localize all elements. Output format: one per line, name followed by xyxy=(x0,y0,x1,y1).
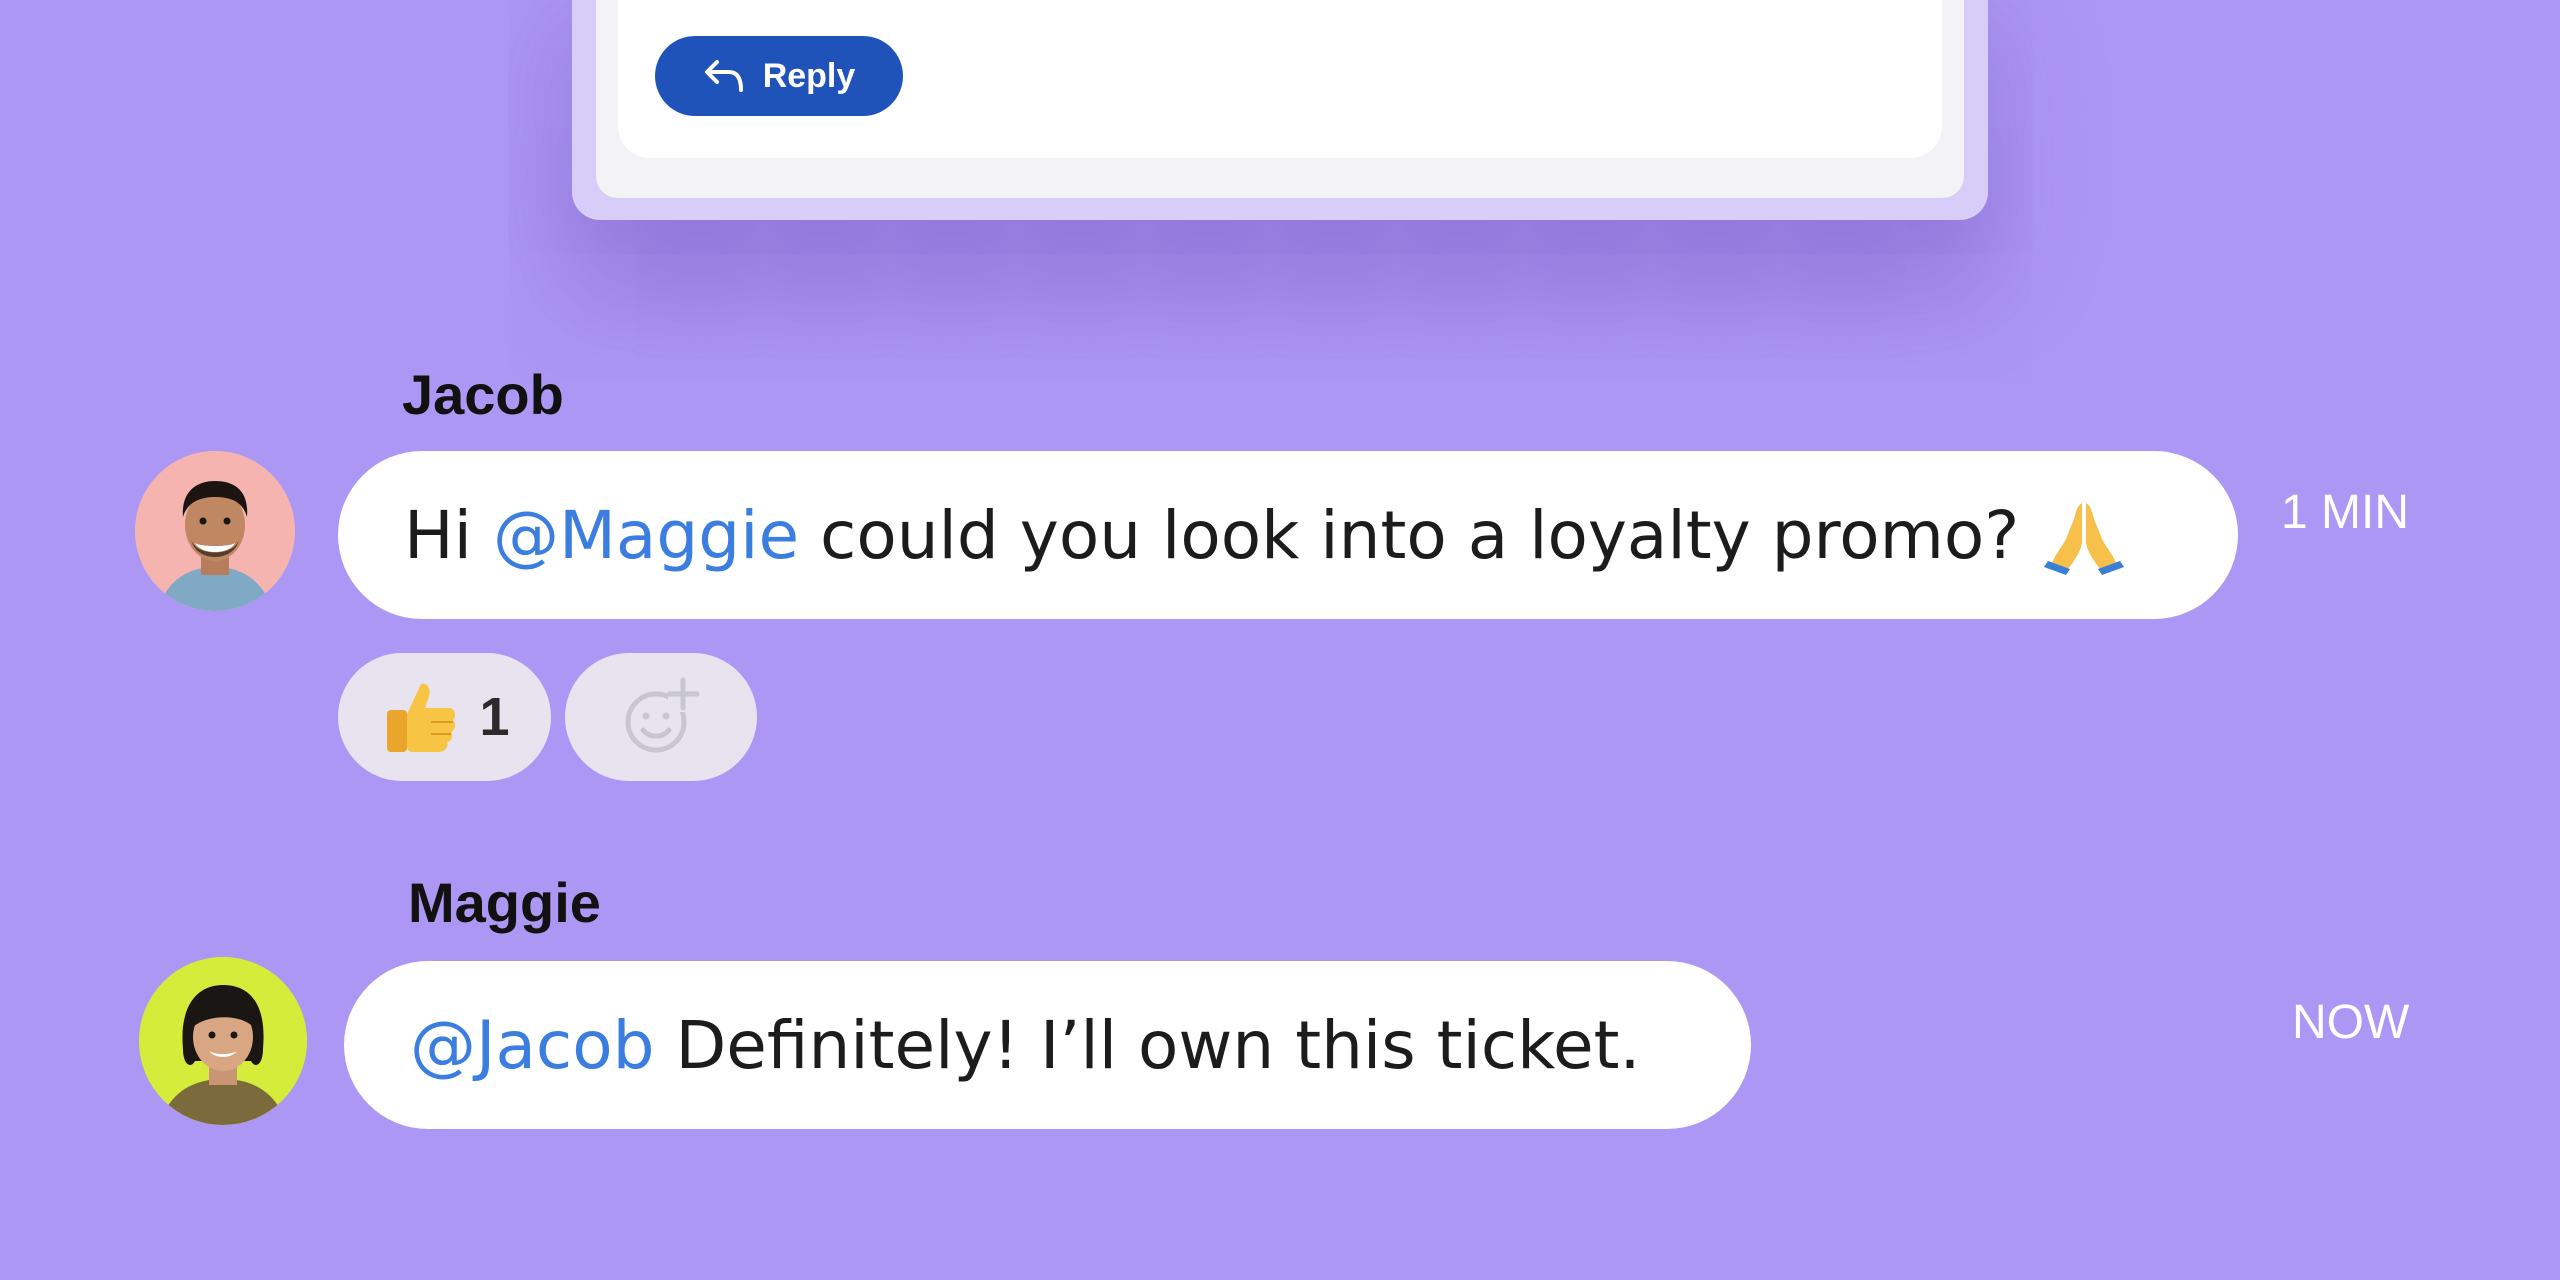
message-text: Definitely! I’ll own this ticket. xyxy=(654,1006,1641,1084)
mention-jacob[interactable]: @Jacob xyxy=(410,1007,654,1084)
message-text-prefix: Hi xyxy=(404,496,493,574)
message-bubble-maggie: @Jacob Definitely! I’ll own this ticket. xyxy=(344,961,1751,1129)
timestamp-maggie: NOW xyxy=(2292,996,2410,1049)
reply-button[interactable]: Reply xyxy=(655,36,903,116)
reply-card-body: Reply xyxy=(618,0,1942,158)
message-text: could you look into a loyalty promo? xyxy=(799,496,2041,574)
sender-name-maggie: Maggie xyxy=(408,871,601,934)
reaction-thumbs-up[interactable]: 1 xyxy=(338,653,551,781)
message-bubble-jacob: Hi @Maggie could you look into a loyalty… xyxy=(338,451,2238,619)
person-avatar-icon xyxy=(135,451,295,611)
avatar-maggie[interactable] xyxy=(139,957,307,1125)
folded-hands-icon xyxy=(2044,503,2125,575)
reply-card: Reply xyxy=(572,0,1988,220)
reaction-count: 1 xyxy=(479,687,510,747)
timestamp-jacob: 1 MIN xyxy=(2281,486,2410,539)
add-reaction-icon xyxy=(625,677,700,753)
mention-maggie[interactable]: @Maggie xyxy=(493,497,799,574)
reply-button-label: Reply xyxy=(762,56,856,95)
person-avatar-icon xyxy=(139,957,307,1125)
reply-arrow-icon xyxy=(704,60,743,92)
thumbs-up-emoji xyxy=(387,683,456,752)
sender-name-jacob: Jacob xyxy=(402,363,564,426)
avatar-jacob[interactable] xyxy=(135,451,295,611)
add-reaction-button[interactable] xyxy=(565,653,757,781)
reply-card-frame: Reply xyxy=(596,0,1964,198)
